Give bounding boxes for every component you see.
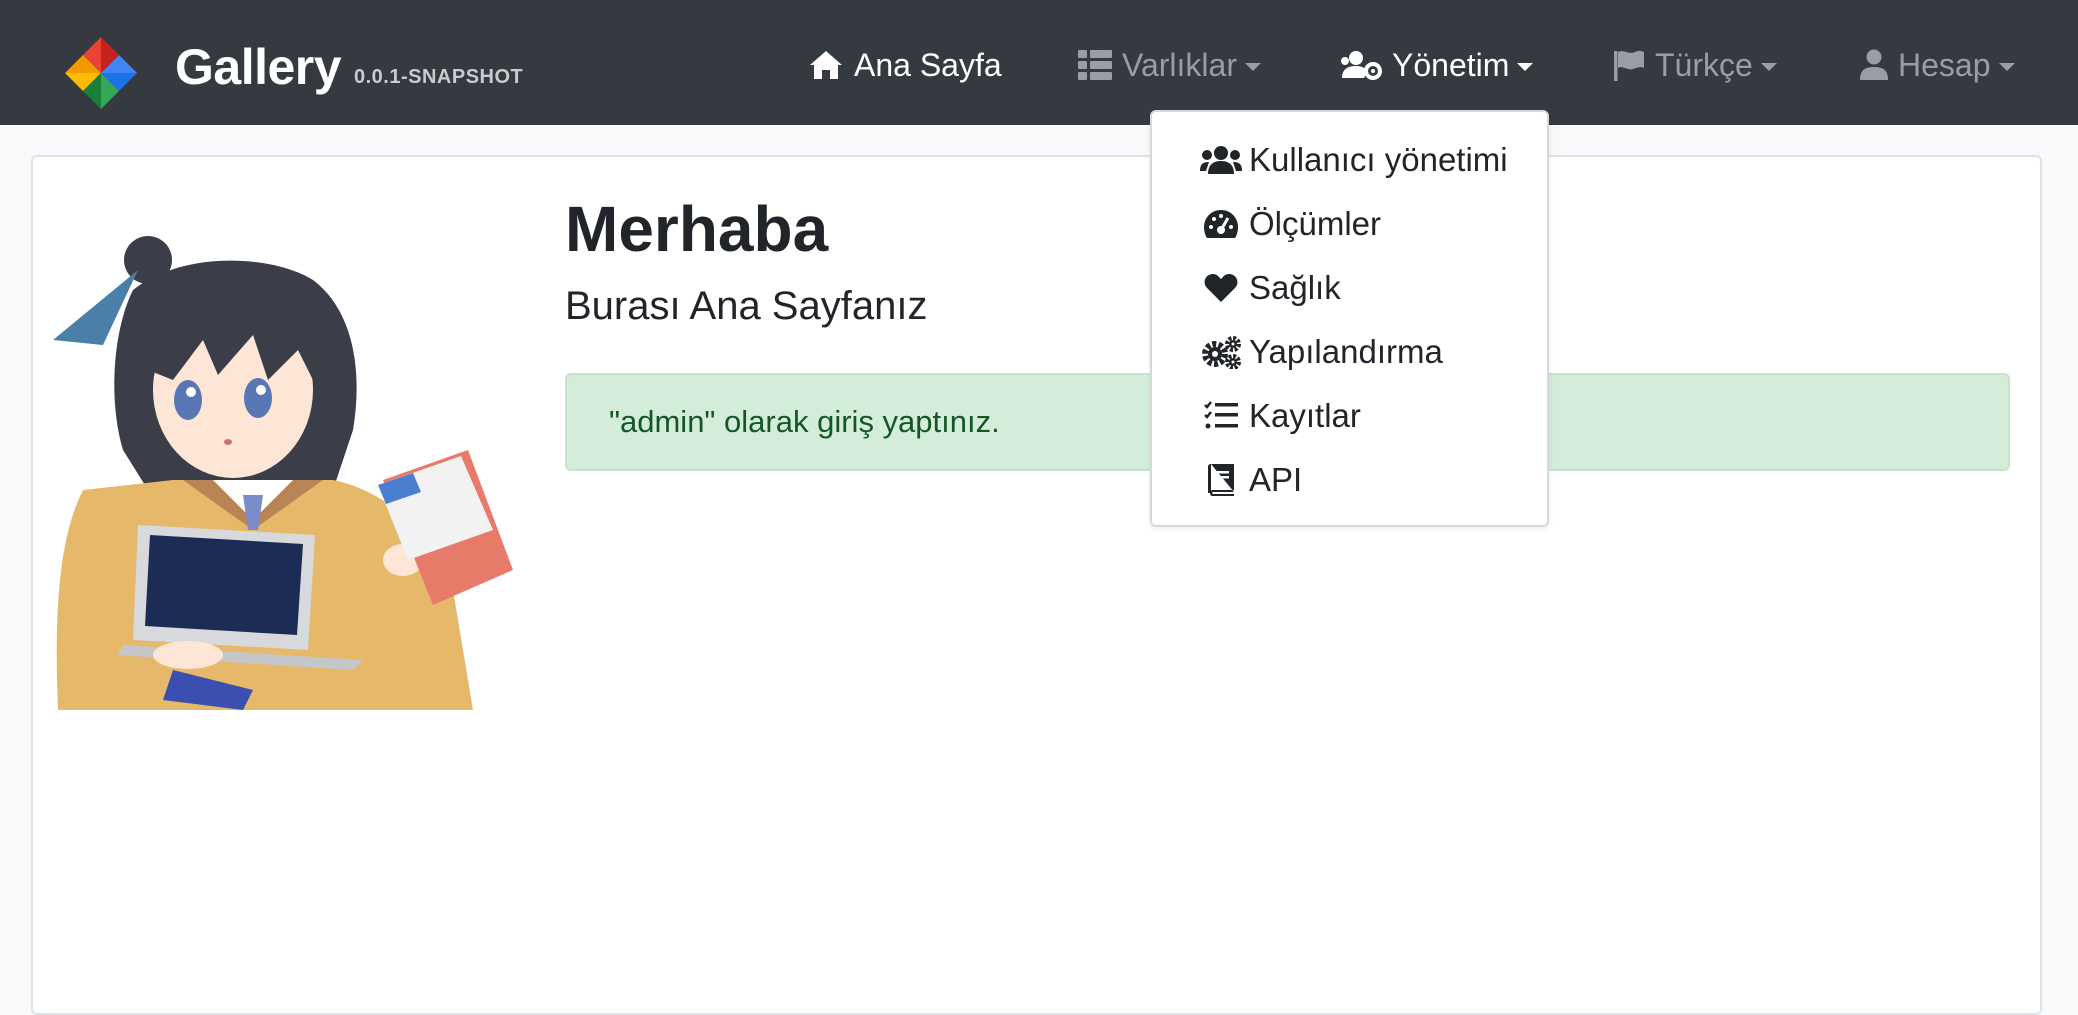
nav-language[interactable]: Türkçe — [1613, 42, 1777, 88]
alert-text: "admin" olarak giriş yaptınız. — [609, 404, 1000, 439]
caret-down-icon — [1517, 63, 1534, 71]
menu-item-configuration[interactable]: Yapılandırma — [1200, 324, 1443, 380]
menu-item-logs[interactable]: Kayıtlar — [1200, 388, 1361, 444]
home-icon — [810, 51, 842, 79]
top-navbar: Gallery 0.0.1-SNAPSHOT Ana Sayfa Varlıkl… — [0, 0, 2078, 125]
users-cog-icon — [1341, 51, 1382, 80]
heart-icon — [1200, 267, 1242, 309]
nav-home[interactable]: Ana Sayfa — [808, 42, 1002, 88]
cogs-icon — [1200, 331, 1242, 373]
gallery-logo[interactable] — [63, 35, 139, 111]
flag-icon — [1614, 50, 1644, 81]
nav-entities[interactable]: Varlıklar — [1078, 42, 1261, 88]
book-icon — [1200, 459, 1242, 501]
nav-admin-label: Yönetim — [1392, 46, 1510, 83]
admin-dropdown-menu: Kullanıcı yönetimi Ölçümler Sağlık Yapıl… — [1150, 110, 1549, 527]
users-icon — [1200, 139, 1242, 181]
menu-item-label: Yapılandırma — [1249, 333, 1443, 370]
nav-account-label: Hesap — [1898, 46, 1991, 83]
nav-admin[interactable]: Yönetim — [1340, 42, 1534, 88]
hero-illustration — [53, 236, 513, 710]
menu-item-label: Ölçümler — [1249, 205, 1382, 242]
page-subtitle: Burası Ana Sayfanız — [565, 284, 928, 328]
menu-item-label: API — [1249, 461, 1303, 498]
caret-down-icon — [1244, 63, 1261, 71]
caret-down-icon — [1998, 63, 2015, 71]
caret-down-icon — [1760, 63, 1777, 71]
brand-version: 0.0.1-SNAPSHOT — [354, 66, 524, 88]
menu-item-label: Kullanıcı yönetimi — [1249, 141, 1508, 178]
brand-title[interactable]: Gallery — [175, 38, 342, 96]
menu-item-label: Sağlık — [1249, 269, 1341, 306]
menu-item-metrics[interactable]: Ölçümler — [1200, 196, 1381, 252]
tachometer-icon — [1200, 203, 1242, 245]
tasks-icon — [1200, 395, 1242, 437]
nav-account[interactable]: Hesap — [1860, 42, 2015, 88]
page-title: Merhaba — [565, 193, 829, 265]
nav-entities-label: Varlıklar — [1122, 46, 1237, 83]
nav-language-label: Türkçe — [1655, 46, 1753, 83]
user-icon — [1860, 49, 1888, 80]
menu-item-user-management[interactable]: Kullanıcı yönetimi — [1200, 132, 1508, 188]
menu-item-label: Kayıtlar — [1249, 397, 1361, 434]
menu-item-health[interactable]: Sağlık — [1200, 260, 1341, 316]
menu-item-api[interactable]: API — [1200, 452, 1302, 508]
nav-home-label: Ana Sayfa — [854, 46, 1002, 83]
th-list-icon — [1078, 50, 1112, 80]
